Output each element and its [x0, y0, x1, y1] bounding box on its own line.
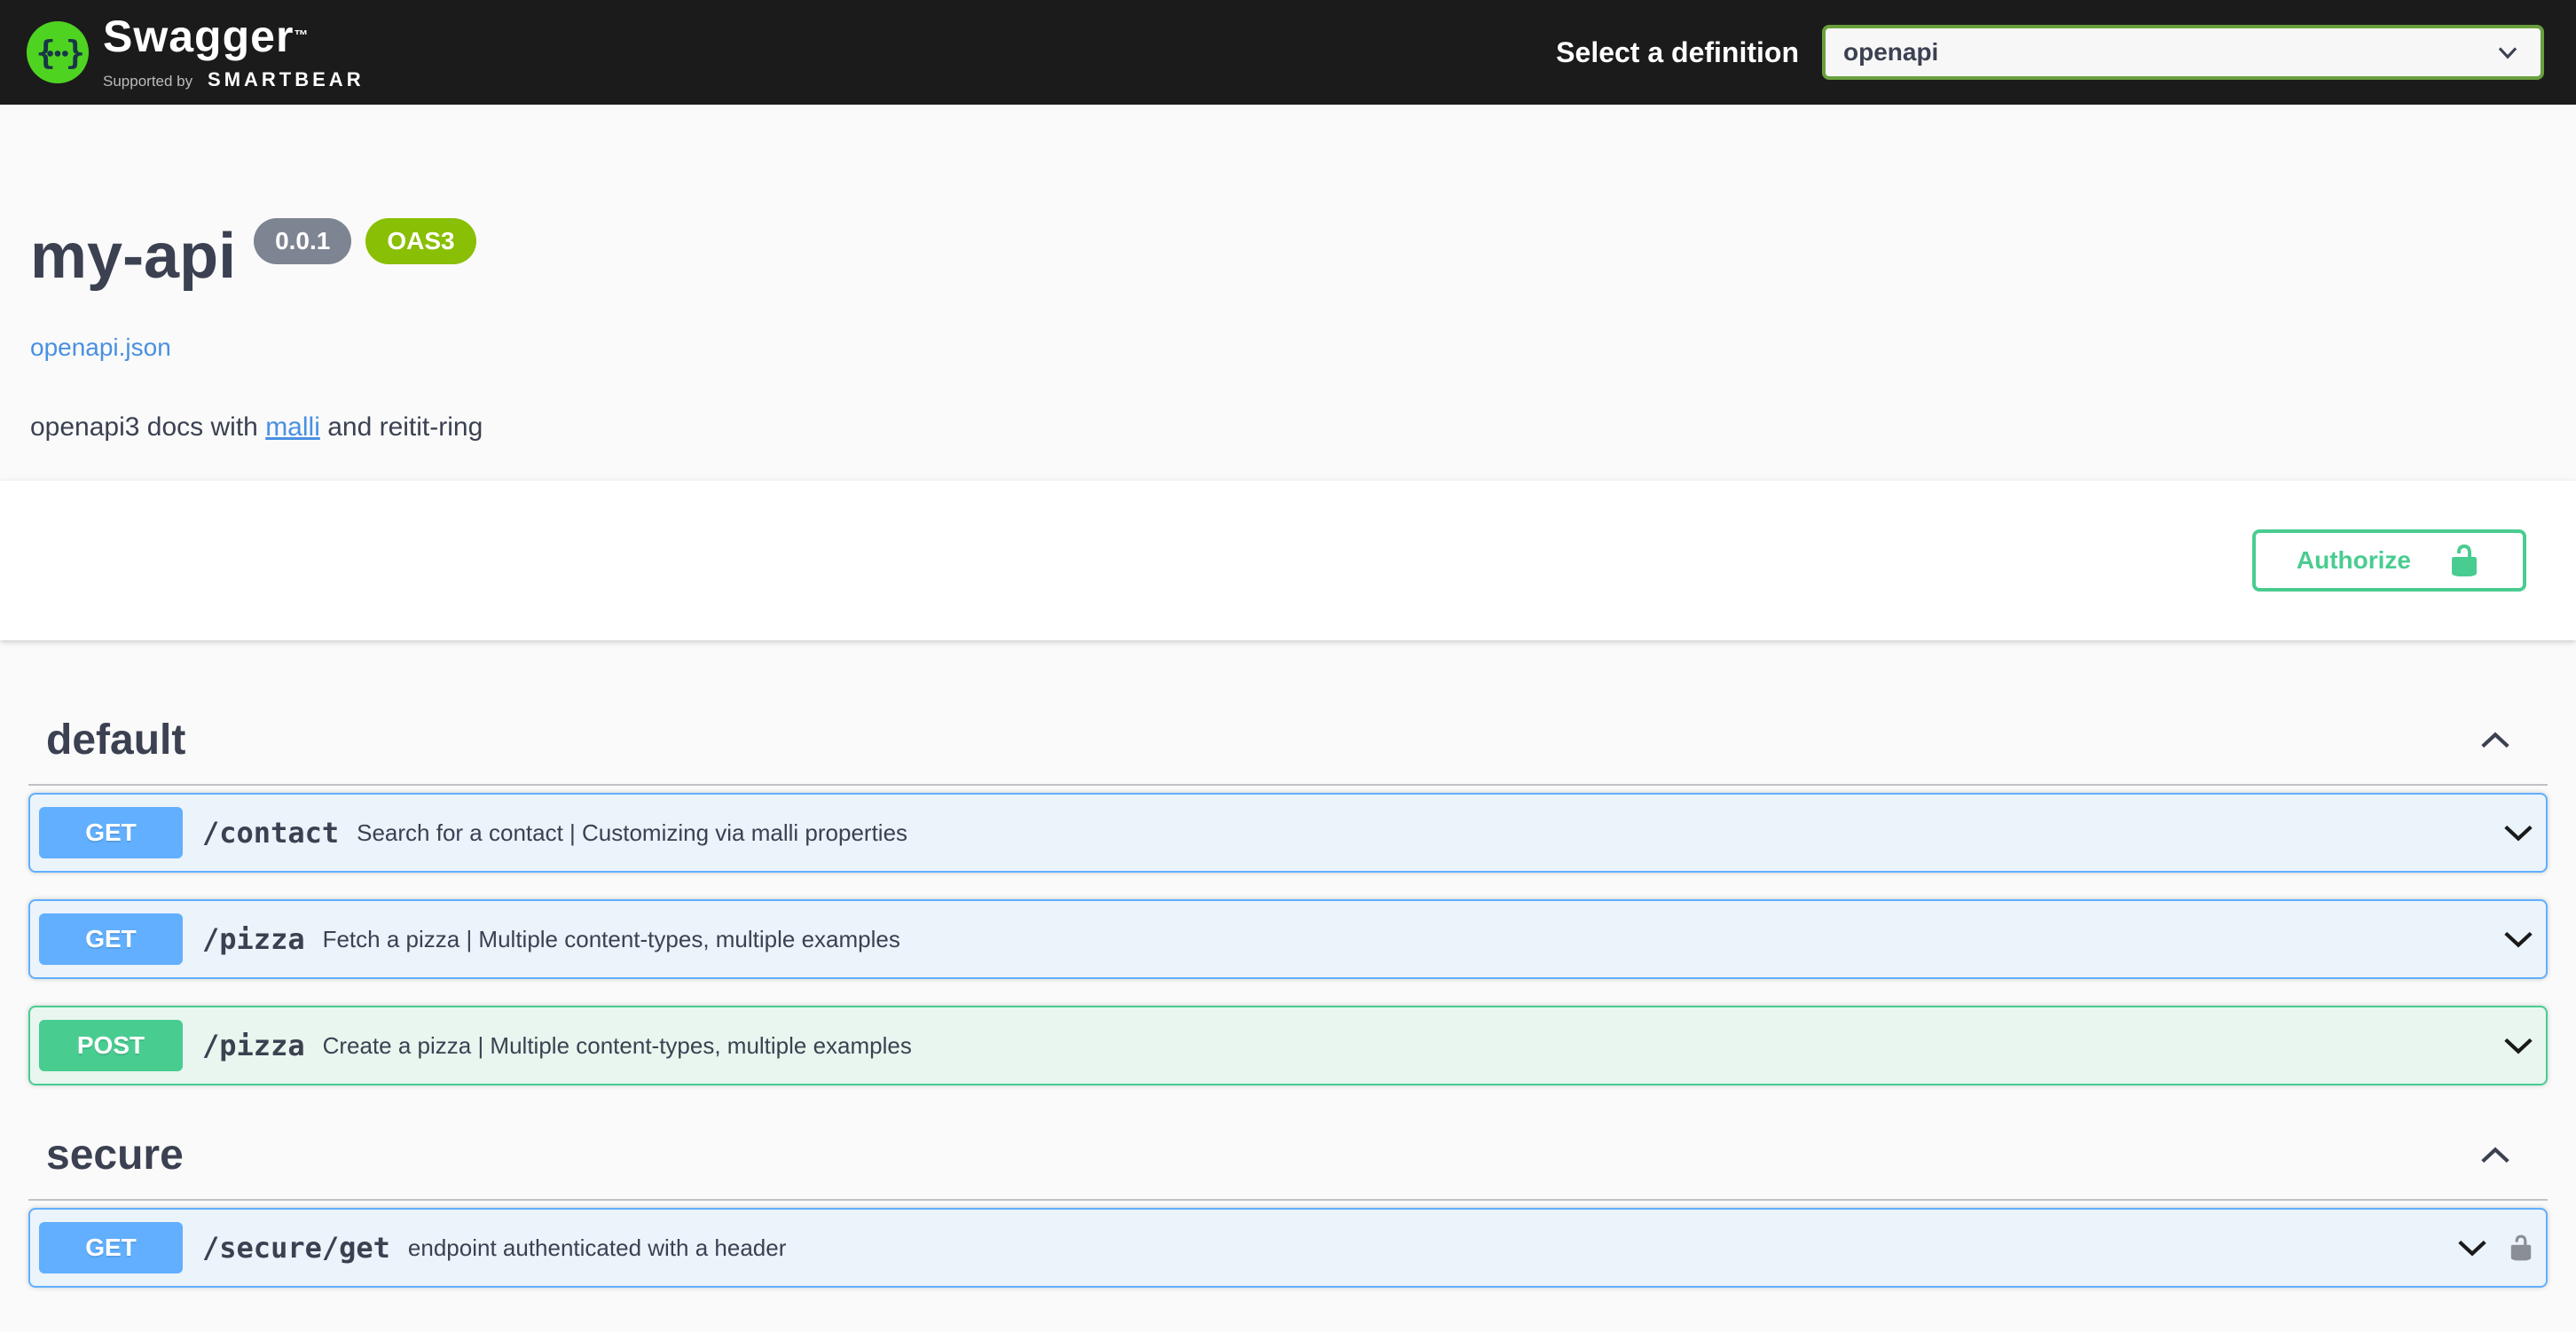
method-badge: GET: [39, 1222, 183, 1273]
logo-title: Swagger™: [103, 12, 309, 61]
chevron-up-icon: [2478, 724, 2512, 757]
scheme-container: Authorize: [0, 481, 2576, 640]
operation-row-get-pizza[interactable]: GET /pizza Fetch a pizza | Multiple cont…: [28, 899, 2548, 979]
method-badge: POST: [39, 1020, 183, 1071]
definition-select-label: Select a definition: [1556, 36, 1799, 69]
definition-select[interactable]: openapi: [1822, 25, 2544, 80]
definition-select-value: openapi: [1843, 38, 2496, 67]
method-badge: GET: [39, 807, 183, 858]
smartbear-label: SMARTBEAR: [208, 68, 365, 90]
supported-by-label: Supported by: [103, 73, 192, 90]
unlock-icon: [2446, 543, 2482, 578]
section-title: secure: [46, 1130, 184, 1181]
spec-url-link[interactable]: openapi.json: [30, 333, 171, 362]
api-title: my-api0.0.1OAS3: [30, 218, 2541, 294]
definition-selector-group: Select a definition openapi: [1556, 25, 2544, 80]
chevron-down-icon: [2496, 41, 2519, 64]
operation-auth-button[interactable]: [2507, 1230, 2535, 1265]
operation-description: Search for a contact | Customizing via m…: [357, 819, 2501, 847]
section-title: default: [46, 715, 185, 766]
section-header-default[interactable]: default: [28, 697, 2548, 786]
swagger-ui-page: { } Swagger™ Supported by SMARTBEAR Sele…: [0, 0, 2576, 1332]
operation-description: endpoint authenticated with a header: [408, 1234, 2455, 1262]
swagger-logo[interactable]: { } Swagger™ Supported by SMARTBEAR: [27, 14, 365, 90]
chevron-up-icon: [2478, 1139, 2512, 1172]
oas3-badge: OAS3: [365, 218, 475, 264]
swagger-logo-icon: { }: [27, 21, 89, 83]
operation-path: /contact: [202, 816, 339, 850]
operation-description: Fetch a pizza | Multiple content-types, …: [323, 926, 2501, 953]
chevron-down-icon: [2455, 1231, 2489, 1265]
malli-link[interactable]: malli: [265, 412, 320, 442]
unlock-icon: [2507, 1230, 2535, 1265]
authorize-button[interactable]: Authorize: [2252, 529, 2526, 592]
operation-path: /secure/get: [202, 1231, 390, 1265]
operation-description: Create a pizza | Multiple content-types,…: [323, 1032, 2501, 1060]
operation-row-post-pizza[interactable]: POST /pizza Create a pizza | Multiple co…: [28, 1006, 2548, 1085]
chevron-down-icon: [2501, 1029, 2535, 1062]
operation-row-get-contact[interactable]: GET /contact Search for a contact | Cust…: [28, 793, 2548, 873]
api-info-section: my-api0.0.1OAS3 openapi.json openapi3 do…: [0, 105, 2576, 481]
operations-area: default GET /contact Search for a contac…: [0, 697, 2576, 1332]
method-badge: GET: [39, 913, 183, 965]
operation-row-get-secure-get[interactable]: GET /secure/get endpoint authenticated w…: [28, 1208, 2548, 1288]
chevron-down-icon: [2501, 816, 2535, 850]
operation-path: /pizza: [202, 922, 305, 956]
section-header-secure[interactable]: secure: [28, 1112, 2548, 1201]
trademark-symbol: ™: [294, 28, 309, 43]
operation-path: /pizza: [202, 1029, 305, 1062]
api-description: openapi3 docs with malli and reitit-ring: [30, 412, 2541, 443]
version-badge: 0.0.1: [254, 218, 351, 264]
svg-text:}: }: [66, 34, 85, 72]
chevron-down-icon: [2501, 922, 2535, 956]
topbar: { } Swagger™ Supported by SMARTBEAR Sele…: [0, 0, 2576, 105]
